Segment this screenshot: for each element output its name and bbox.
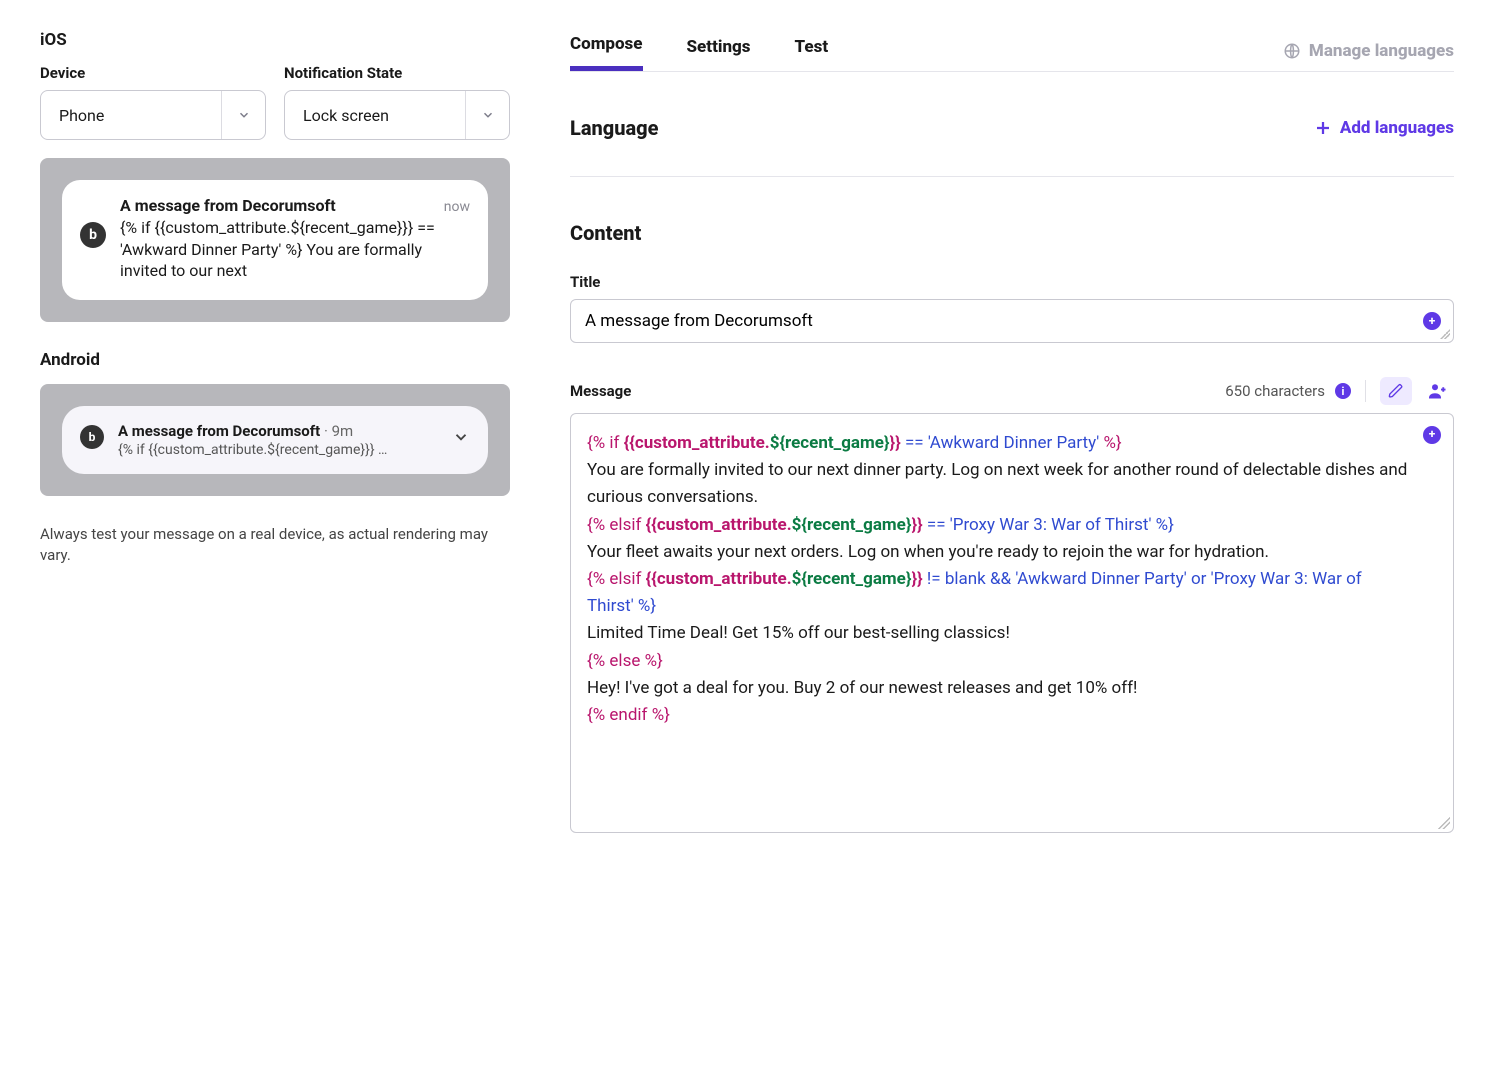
message-label: Message — [570, 382, 631, 400]
insert-personalization-icon[interactable]: + — [1423, 426, 1441, 444]
manage-languages-label: Manage languages — [1309, 41, 1454, 61]
insert-personalization-icon[interactable]: + — [1423, 312, 1441, 330]
char-count: 650 characters — [1225, 382, 1325, 400]
title-label: Title — [570, 273, 1454, 291]
resize-handle-icon[interactable] — [1438, 817, 1450, 829]
ios-notification-card: b A message from Decorumsoft now {% if {… — [62, 180, 488, 300]
chevron-down-icon — [465, 91, 509, 139]
info-icon[interactable]: i — [1335, 383, 1351, 399]
title-input[interactable] — [583, 310, 1423, 332]
edit-button[interactable] — [1380, 377, 1412, 405]
device-value: Phone — [41, 91, 221, 139]
tab-compose[interactable]: Compose — [570, 30, 643, 71]
message-editor[interactable]: + {% if {{custom_attribute.${recent_game… — [570, 413, 1454, 833]
add-languages-label: Add languages — [1340, 118, 1454, 138]
chevron-down-icon — [221, 91, 265, 139]
device-label: Device — [40, 64, 266, 82]
state-select[interactable]: Lock screen — [284, 90, 510, 140]
plus-icon — [1314, 119, 1332, 137]
android-notif-time: 9m — [332, 422, 354, 440]
resize-handle-icon[interactable] — [1440, 329, 1450, 339]
ios-notif-time: now — [444, 199, 470, 215]
android-notification-card: b A message from Decorumsoft · 9m {% if … — [62, 406, 488, 474]
app-icon: b — [80, 222, 106, 248]
app-icon: b — [80, 425, 104, 449]
android-notif-title: A message from Decorumsoft — [118, 422, 320, 440]
tab-settings[interactable]: Settings — [687, 33, 751, 69]
state-label: Notification State — [284, 64, 510, 82]
language-heading: Language — [570, 116, 658, 140]
add-languages-button[interactable]: Add languages — [1314, 118, 1454, 138]
manage-languages-button[interactable]: Manage languages — [1283, 41, 1454, 61]
ios-heading: iOS — [40, 30, 510, 50]
android-heading: Android — [40, 350, 510, 370]
ios-notif-body: {% if {{custom_attribute.${recent_game}}… — [120, 217, 470, 282]
ios-preview: b A message from Decorumsoft now {% if {… — [40, 158, 510, 322]
tab-test[interactable]: Test — [795, 33, 829, 69]
title-input-wrap[interactable]: + — [570, 299, 1454, 343]
ios-notif-title: A message from Decorumsoft — [120, 196, 336, 215]
chevron-down-icon[interactable] — [452, 422, 470, 446]
device-select[interactable]: Phone — [40, 90, 266, 140]
android-notif-snippet: {% if {{custom_attribute.${recent_game}}… — [118, 442, 418, 458]
android-preview: b A message from Decorumsoft · 9m {% if … — [40, 384, 510, 496]
preview-footnote: Always test your message on a real devic… — [40, 524, 510, 566]
content-heading: Content — [570, 221, 1454, 245]
globe-icon — [1283, 42, 1301, 60]
divider — [1365, 380, 1366, 402]
add-user-button[interactable] — [1422, 377, 1454, 405]
state-value: Lock screen — [285, 91, 465, 139]
